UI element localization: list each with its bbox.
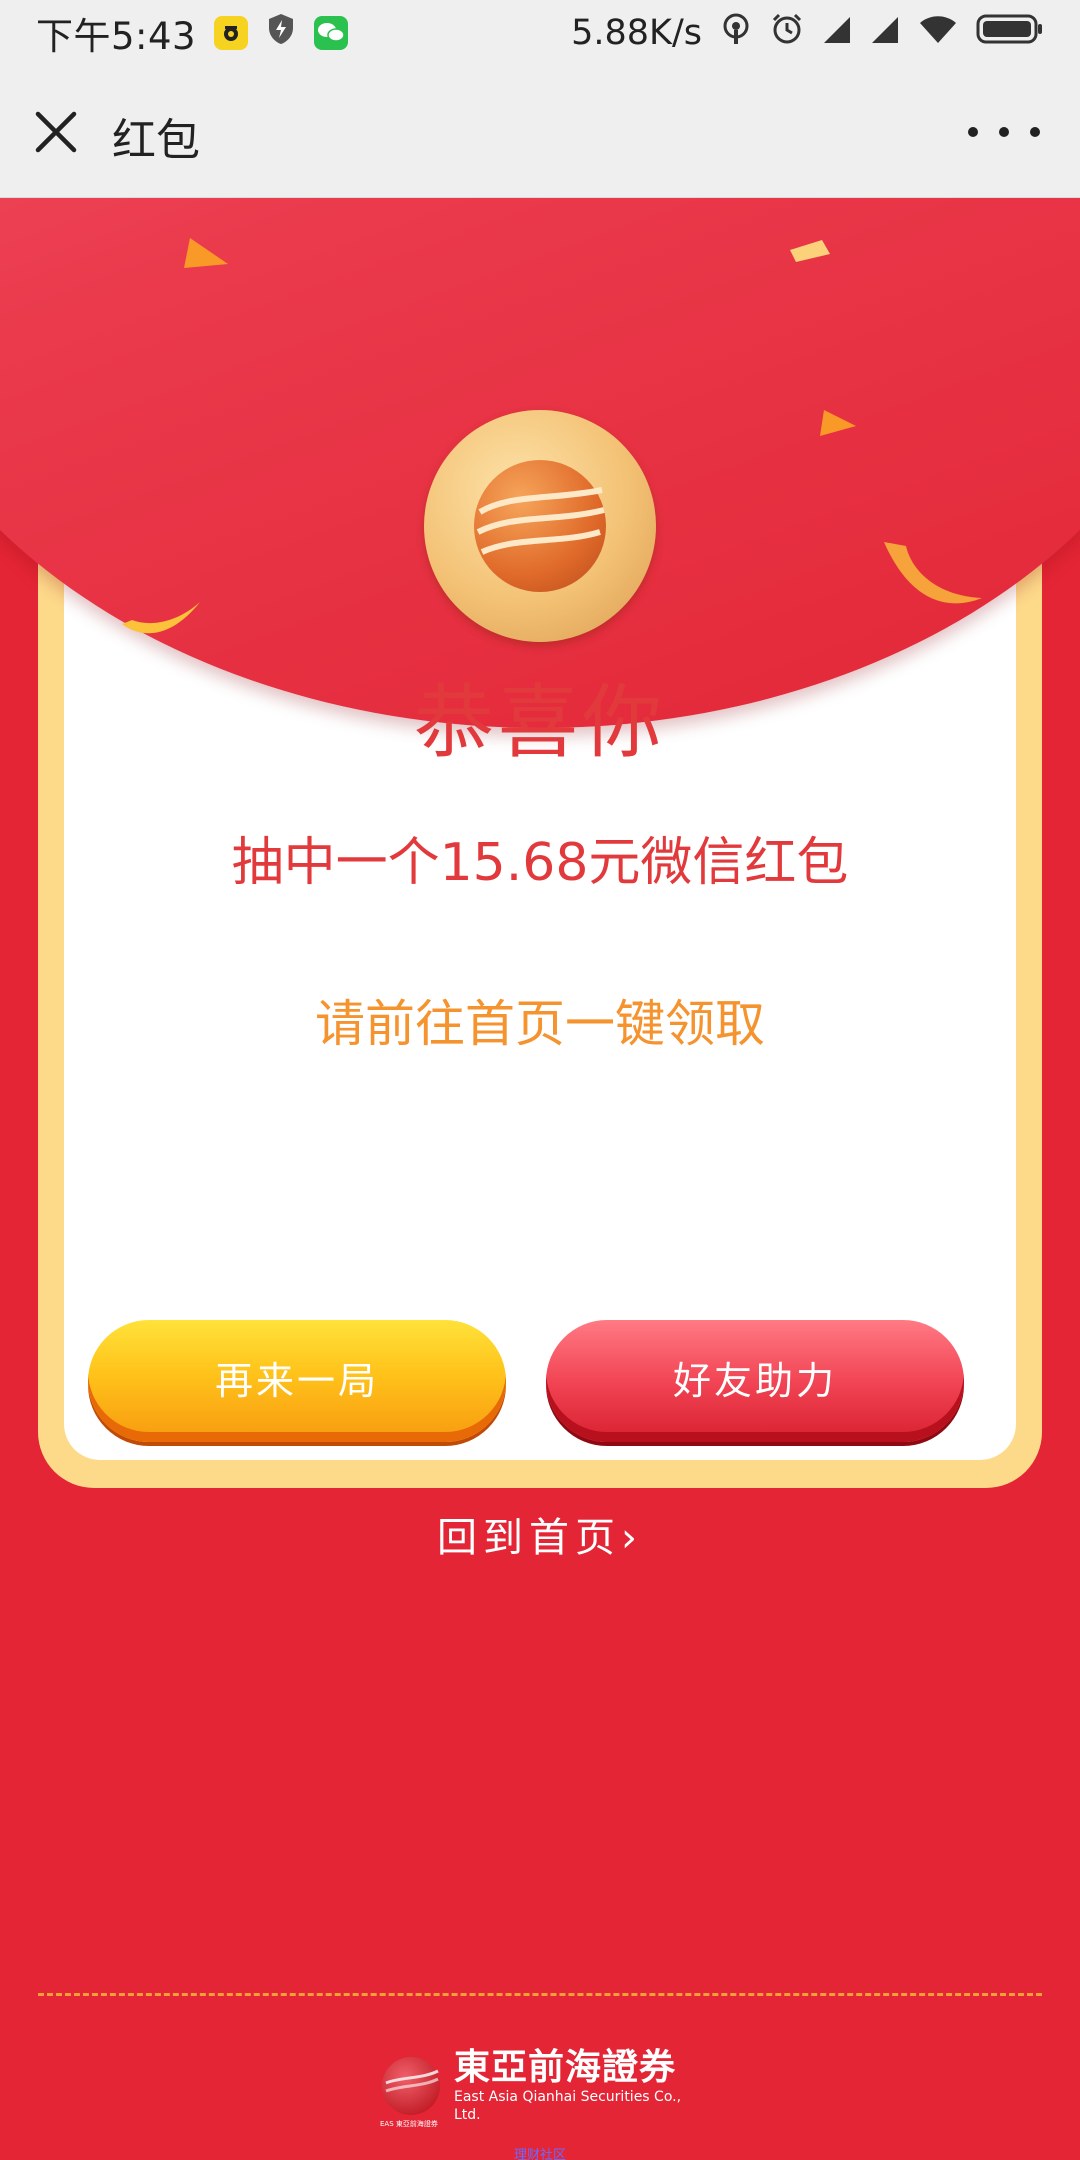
more-options-button[interactable]	[968, 116, 1040, 148]
brand-abbr: EAS 東亞前海證券	[380, 2120, 438, 2128]
confetti-icon	[122, 602, 200, 634]
signal-icon	[870, 13, 900, 54]
confetti-icon	[884, 542, 982, 604]
battery-icon	[976, 13, 1044, 54]
congrats-headline: 恭喜你	[414, 676, 666, 769]
wechat-icon	[314, 16, 349, 50]
hotspot-icon	[720, 12, 752, 55]
status-bar: 下午5:43 5.88K/s	[0, 0, 1080, 66]
medal-icon	[424, 410, 656, 642]
prize-text: 抽中一个15.68元微信红包	[231, 833, 849, 893]
claim-hint: 请前往首页一键领取	[315, 995, 765, 1053]
confetti-icon	[790, 240, 830, 262]
wifi-icon	[918, 13, 958, 54]
title-bar: 红包	[0, 66, 1080, 198]
footer-note[interactable]: 理财社区	[0, 2144, 1080, 2160]
network-speed: 5.88K/s	[571, 13, 702, 53]
back-home-link[interactable]: 回到首页›	[0, 1505, 1080, 1563]
alarm-icon	[770, 12, 804, 55]
page-title: 红包	[112, 115, 200, 166]
brand-mark-icon: EAS 東亞前海證券	[380, 2057, 440, 2128]
brand-name-en: East Asia Qianhai Securities Co., Ltd.	[454, 2089, 682, 2123]
chevron-right-icon: ›	[621, 1515, 643, 1561]
shield-bolt-icon	[266, 12, 296, 55]
red-envelope-page: 恭喜你 抽中一个15.68元微信红包 请前往首页一键领取 再来一局 好友助力 回…	[0, 198, 1080, 2160]
dashed-divider	[38, 1993, 1042, 1996]
brand-logo: EAS 東亞前海證券 東亞前海證券 East Asia Qianhai Secu…	[380, 2047, 712, 2129]
brand-name-cn: 東亞前海證券	[454, 2047, 677, 2088]
close-button[interactable]	[32, 108, 80, 156]
friend-help-label: 好友助力	[672, 1358, 837, 1403]
notification-app-icon	[214, 16, 249, 50]
friend-help-button[interactable]: 好友助力	[546, 1320, 964, 1442]
signal-icon	[822, 13, 852, 54]
back-home-label: 回到首页	[437, 1515, 621, 1561]
play-again-button[interactable]: 再来一局	[88, 1320, 506, 1442]
more-dots-icon	[968, 127, 978, 137]
close-icon	[35, 111, 77, 153]
confetti-icon	[184, 238, 228, 268]
confetti-icon	[820, 410, 856, 436]
status-time: 下午5:43	[36, 15, 197, 58]
play-again-label: 再来一局	[214, 1358, 379, 1403]
